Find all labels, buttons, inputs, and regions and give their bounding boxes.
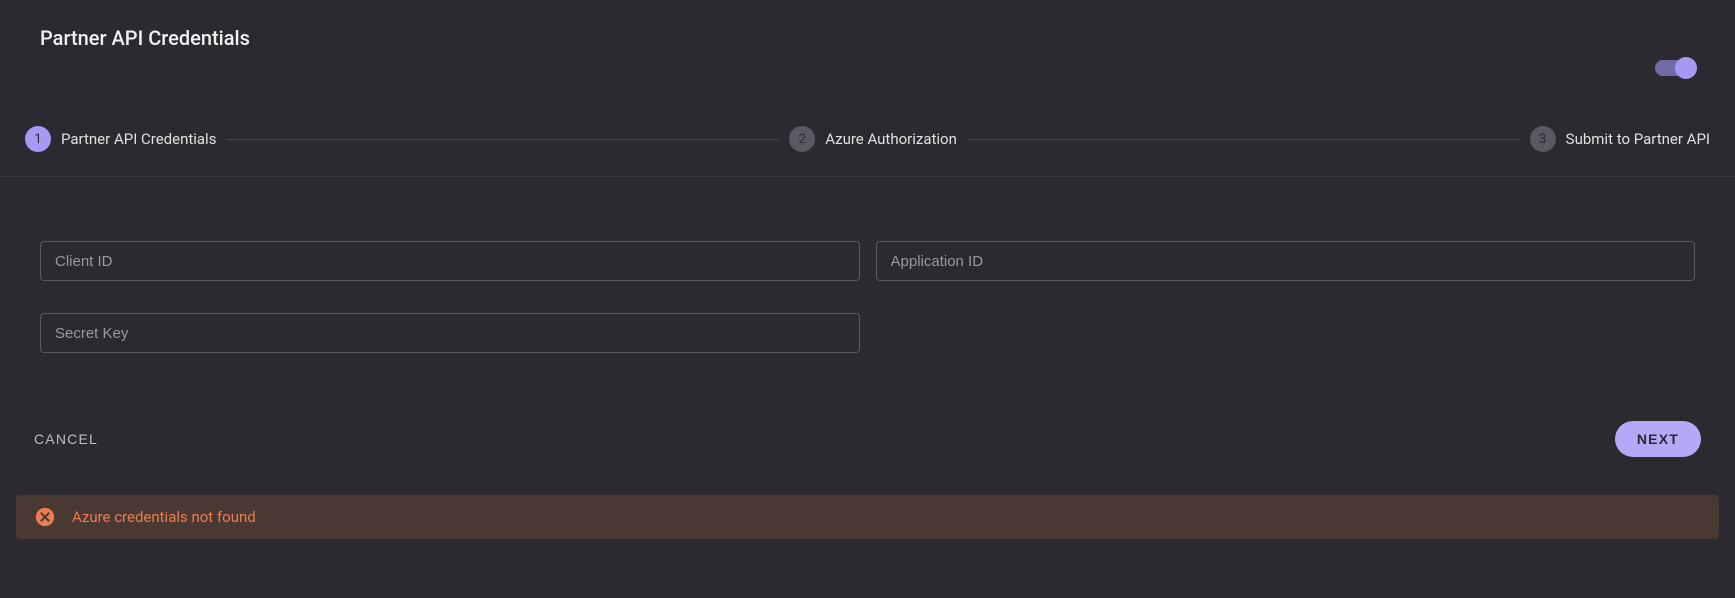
actions-row: CANCEL NEXT: [0, 385, 1735, 457]
form-row-2: [40, 313, 1695, 353]
error-icon: [34, 506, 56, 528]
form-row-1: [40, 241, 1695, 281]
page-title: Partner API Credentials: [40, 26, 1695, 50]
application-id-input[interactable]: [876, 241, 1696, 281]
step-2-label: Azure Authorization: [825, 130, 957, 148]
next-button[interactable]: NEXT: [1615, 421, 1701, 457]
step-3-label: Submit to Partner API: [1566, 130, 1710, 148]
step-1-circle: 1: [25, 126, 51, 152]
toggle-handle: [1675, 57, 1697, 79]
step-connector: [226, 139, 779, 140]
page-root: Partner API Credentials 1 Partner API Cr…: [0, 0, 1735, 598]
form-area: [0, 177, 1735, 385]
step-3[interactable]: 3 Submit to Partner API: [1530, 126, 1710, 152]
page-header: Partner API Credentials: [0, 0, 1735, 50]
error-message: Azure credentials not found: [72, 508, 256, 526]
cancel-button[interactable]: CANCEL: [34, 423, 98, 455]
client-id-input[interactable]: [40, 241, 860, 281]
step-3-circle: 3: [1530, 126, 1556, 152]
enable-toggle[interactable]: [1655, 60, 1695, 76]
stepper: 1 Partner API Credentials 2 Azure Author…: [0, 76, 1735, 177]
step-1-label: Partner API Credentials: [61, 130, 216, 148]
step-2[interactable]: 2 Azure Authorization: [789, 126, 957, 152]
step-connector: [967, 139, 1520, 140]
error-alert: Azure credentials not found: [16, 495, 1719, 539]
toggle-row: [0, 50, 1735, 76]
step-1[interactable]: 1 Partner API Credentials: [25, 126, 216, 152]
secret-key-input[interactable]: [40, 313, 860, 353]
step-2-circle: 2: [789, 126, 815, 152]
